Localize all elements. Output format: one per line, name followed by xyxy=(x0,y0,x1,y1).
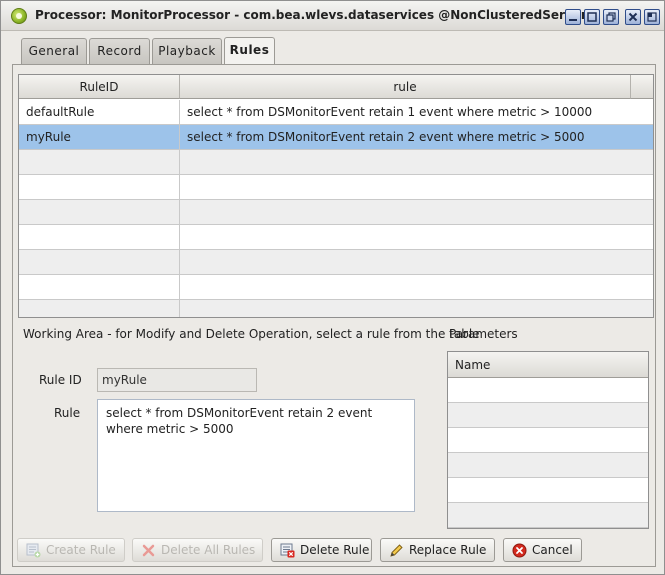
tab-general[interactable]: General xyxy=(21,38,87,64)
window-title: Processor: MonitorProcessor - com.bea.wl… xyxy=(35,8,587,22)
restore-button[interactable] xyxy=(603,9,619,25)
delete-rule-label: Delete Rule xyxy=(300,543,370,557)
processor-gear-icon xyxy=(11,8,27,24)
processor-dialog: Processor: MonitorProcessor - com.bea.wl… xyxy=(0,0,665,575)
table-row-selected[interactable]: myRule select * from DSMonitorEvent reta… xyxy=(19,125,653,150)
close-window-button[interactable] xyxy=(625,9,641,25)
restore-icon xyxy=(606,12,616,22)
column-header-name[interactable]: Name xyxy=(448,352,648,378)
cancel-button[interactable]: Cancel xyxy=(503,538,582,562)
column-header-filler xyxy=(631,75,653,99)
empty-table-row xyxy=(19,225,653,250)
cancel-icon xyxy=(512,543,527,558)
rule-cell: select * from DSMonitorEvent retain 1 ev… xyxy=(187,105,593,119)
maximize-icon xyxy=(587,12,597,22)
minimize-icon xyxy=(569,19,577,21)
empty-parameter-row xyxy=(448,478,648,503)
parameters-label: Parameters xyxy=(449,327,518,341)
delete-rule-icon xyxy=(280,543,295,558)
rule-id-field[interactable]: myRule xyxy=(97,368,257,392)
dock-icon xyxy=(647,12,657,22)
empty-table-row xyxy=(19,150,653,175)
empty-table-row xyxy=(19,175,653,200)
tab-record[interactable]: Record xyxy=(89,38,150,64)
create-rule-button[interactable]: Create Rule xyxy=(17,538,125,562)
column-header-ruleid[interactable]: RuleID xyxy=(19,75,180,99)
column-header-rule[interactable]: rule xyxy=(180,75,631,99)
empty-table-row xyxy=(19,200,653,225)
empty-parameter-row xyxy=(448,403,648,428)
empty-table-row xyxy=(19,300,653,317)
delete-all-rules-label: Delete All Rules xyxy=(161,543,256,557)
title-bar[interactable]: Processor: MonitorProcessor - com.bea.wl… xyxy=(1,1,664,31)
maximize-button[interactable] xyxy=(584,9,600,25)
tab-playback[interactable]: Playback xyxy=(152,38,222,64)
pencil-icon xyxy=(390,544,403,557)
cancel-label: Cancel xyxy=(532,543,573,557)
delete-all-icon xyxy=(142,544,155,557)
rule-label: Rule xyxy=(54,406,81,420)
tab-rules[interactable]: Rules xyxy=(224,37,275,65)
close-icon xyxy=(628,12,638,22)
rules-table: RuleID rule defaultRule select * from DS… xyxy=(18,74,654,318)
replace-rule-button[interactable]: Replace Rule xyxy=(380,538,495,562)
empty-table-row xyxy=(19,275,653,300)
delete-all-rules-button[interactable]: Delete All Rules xyxy=(132,538,263,562)
create-rule-icon xyxy=(26,543,41,558)
empty-table-row xyxy=(19,250,653,275)
working-area-label: Working Area - for Modify and Delete Ope… xyxy=(23,327,480,341)
table-row[interactable]: defaultRule select * from DSMonitorEvent… xyxy=(19,100,653,125)
rule-text-area[interactable]: select * from DSMonitorEvent retain 2 ev… xyxy=(97,399,415,512)
replace-rule-label: Replace Rule xyxy=(409,543,487,557)
minimize-button[interactable] xyxy=(565,9,581,25)
rule-id-cell: myRule xyxy=(19,125,180,150)
empty-parameter-row xyxy=(448,428,648,453)
delete-rule-button[interactable]: Delete Rule xyxy=(271,538,372,562)
parameters-table: Name xyxy=(447,351,649,529)
rule-id-cell: defaultRule xyxy=(19,100,180,125)
dock-button[interactable] xyxy=(644,9,660,25)
rule-id-label: Rule ID xyxy=(39,373,82,387)
empty-parameter-row xyxy=(448,503,648,528)
create-rule-label: Create Rule xyxy=(46,543,116,557)
rules-panel: RuleID rule defaultRule select * from DS… xyxy=(12,64,656,567)
rule-cell: select * from DSMonitorEvent retain 2 ev… xyxy=(187,130,585,144)
empty-parameter-row xyxy=(448,453,648,478)
empty-parameter-row xyxy=(448,378,648,403)
